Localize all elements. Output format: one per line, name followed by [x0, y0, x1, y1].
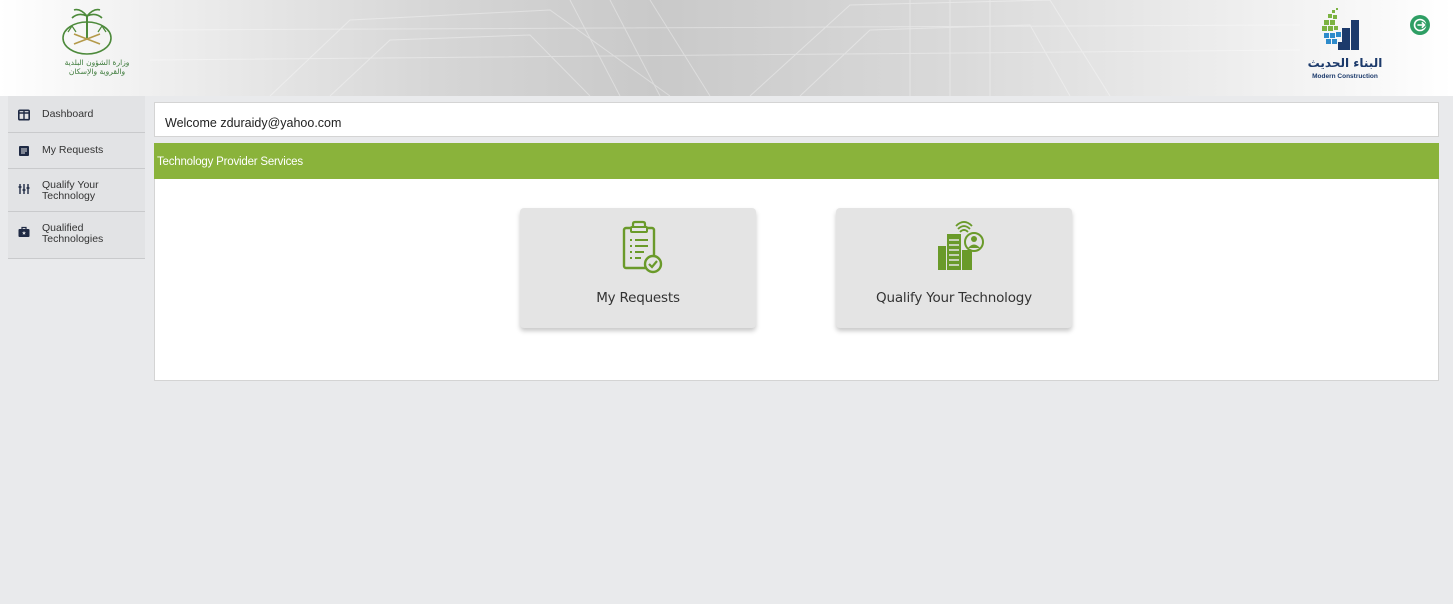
- header-background-pattern: [150, 0, 1300, 96]
- sidebar-item-label: Qualified Technologies: [42, 222, 104, 245]
- sidebar-item-label: Qualify Your Technology: [42, 179, 99, 202]
- buildings-user-icon: [938, 221, 984, 270]
- welcome-banner: Welcome zduraidy@yahoo.com: [154, 102, 1439, 137]
- dashboard-icon: [18, 109, 30, 121]
- card-label: Qualify Your Technology: [876, 290, 1032, 306]
- modern-construction-mark-icon: [1322, 8, 1359, 50]
- sidebar-item-dashboard[interactable]: Dashboard: [8, 96, 145, 133]
- requests-icon: [19, 146, 29, 156]
- sidebar-nav: Dashboard My Requests Qualify Your Techn…: [8, 96, 145, 259]
- qualify-icon: [18, 184, 30, 194]
- logout-icon: [1413, 18, 1428, 32]
- panel-title: Technology Provider Services: [157, 156, 303, 168]
- modern-construction-english: Modern Construction: [1312, 73, 1378, 80]
- card-label: My Requests: [596, 290, 680, 306]
- modern-construction-logo[interactable]: البناء الحديث Modern Construction: [1300, 6, 1400, 92]
- sidebar-item-qualified-technologies[interactable]: Qualified Technologies: [8, 212, 145, 259]
- modern-construction-arabic: البناء الحديث: [1307, 56, 1383, 70]
- sidebar-item-qualify-your-technology[interactable]: Qualify Your Technology: [8, 169, 145, 212]
- qualify-your-technology-card[interactable]: Qualify Your Technology: [836, 208, 1072, 328]
- sidebar-item-my-requests[interactable]: My Requests: [8, 133, 145, 169]
- sidebar-item-label: Dashboard: [42, 108, 94, 120]
- panel-title-bar: Technology Provider Services: [154, 143, 1439, 179]
- app-header: وزارة الشؤون البلدية والقروية والإسكان ا…: [0, 0, 1453, 96]
- ministry-logo[interactable]: وزارة الشؤون البلدية والقروية والإسكان: [52, 4, 152, 94]
- briefcase-icon: [18, 226, 30, 237]
- ministry-name: وزارة الشؤون البلدية والقروية والإسكان: [52, 58, 142, 76]
- services-panel: [154, 179, 1439, 381]
- ministry-name-line2: والقروية والإسكان: [68, 67, 126, 76]
- ministry-name-line1: وزارة الشؤون البلدية: [64, 58, 130, 67]
- saudi-emblem-icon: [62, 8, 112, 55]
- sidebar-item-label: My Requests: [42, 144, 104, 156]
- my-requests-card[interactable]: My Requests: [520, 208, 756, 328]
- logout-button[interactable]: [1410, 15, 1430, 35]
- welcome-text: Welcome zduraidy@yahoo.com: [165, 116, 342, 130]
- clipboard-check-icon: [622, 220, 663, 274]
